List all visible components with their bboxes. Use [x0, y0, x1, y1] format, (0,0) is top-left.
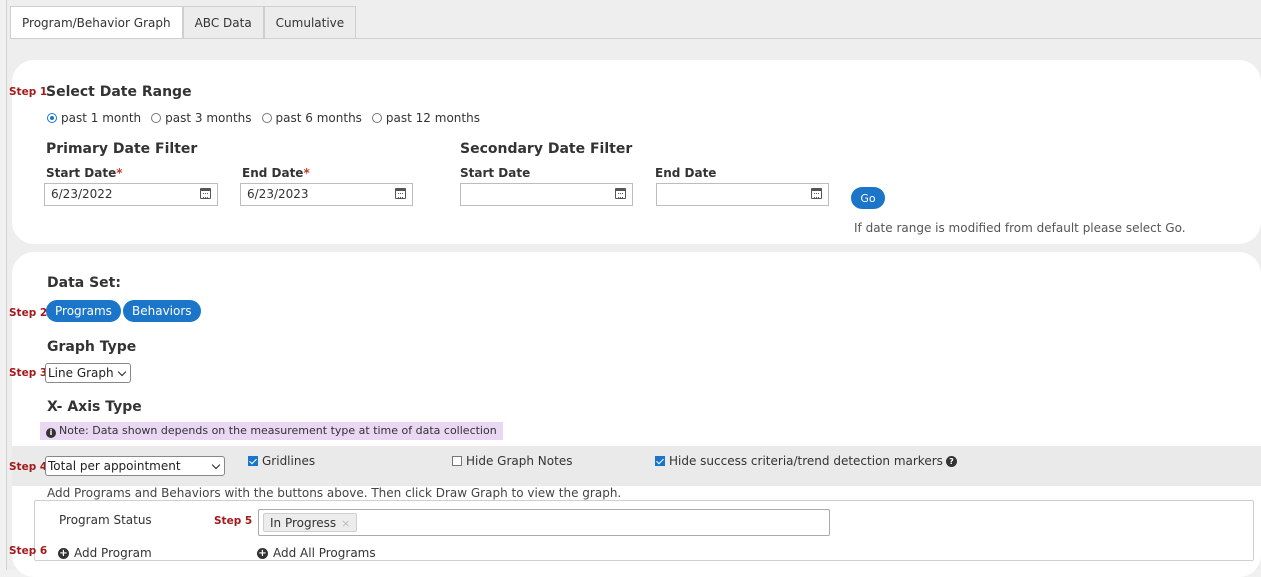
checkbox-label: Gridlines [262, 454, 316, 468]
date-value: 6/23/2023 [247, 187, 309, 201]
radio-label: past 12 months [385, 111, 480, 125]
add-program-label: Add Program [74, 546, 152, 560]
radio-indicator [371, 113, 382, 123]
chevron-down-icon [211, 460, 221, 470]
instructions-text: Add Programs and Behaviors with the butt… [47, 486, 622, 500]
radio-past-3-months[interactable]: past 3 months [151, 111, 252, 125]
graph-type-title: Graph Type [47, 339, 137, 355]
data-set-title: Data Set: [47, 275, 121, 291]
secondary-end-date-label: End Date [655, 166, 717, 180]
date-range-options: past 1 month past 3 months past 6 months… [47, 111, 490, 125]
hide-markers-checkbox[interactable]: Hide success criteria/trend detection ma… [655, 454, 957, 468]
program-status-label: Program Status [59, 513, 152, 527]
calendar-icon[interactable] [615, 188, 626, 199]
date-range-title: Select Date Range [46, 84, 192, 100]
radio-indicator [151, 113, 162, 123]
radio-past-12-months[interactable]: past 12 months [371, 111, 480, 125]
radio-label: past 6 months [275, 111, 362, 125]
step-5-label: Step 5 [214, 515, 253, 527]
tag-label: In Progress [270, 516, 337, 530]
add-program-button[interactable]: + Add Program [58, 546, 152, 560]
radio-label: past 1 month [61, 111, 142, 125]
step-2-label: Step 2 [9, 307, 48, 319]
primary-date-filter-title: Primary Date Filter [46, 141, 198, 157]
behaviors-button[interactable]: Behaviors [123, 300, 201, 322]
graph-type-select[interactable]: Line Graph [45, 363, 131, 383]
tab-bar: Program/Behavior Graph ABC Data Cumulati… [10, 6, 357, 39]
note-text: Note: Data shown depends on the measurem… [59, 424, 497, 437]
label-text: End Date [242, 166, 304, 180]
step-6-label: Step 6 [9, 545, 48, 557]
gridlines-checkbox[interactable]: Gridlines [248, 454, 315, 468]
radio-past-1-month[interactable]: past 1 month [47, 111, 141, 125]
secondary-end-date-input[interactable] [656, 183, 829, 206]
chevron-down-icon [117, 367, 127, 377]
date-range-hint: If date range is modified from default p… [854, 221, 1186, 235]
step-4-label: Step 4 [9, 461, 48, 473]
date-value: 6/23/2022 [51, 187, 113, 201]
radio-label: past 3 months [165, 111, 252, 125]
radio-past-6-months[interactable]: past 6 months [261, 111, 362, 125]
checkbox-indicator [655, 456, 665, 466]
plus-circle-icon: + [257, 547, 268, 559]
secondary-date-filter-title: Secondary Date Filter [460, 141, 633, 157]
calendar-icon[interactable] [200, 188, 211, 199]
tab-program-behavior-graph[interactable]: Program/Behavior Graph [10, 6, 183, 39]
secondary-start-date-input[interactable] [460, 183, 633, 206]
radio-indicator [261, 113, 272, 123]
date-range-panel [12, 60, 1261, 244]
primary-end-date-label: End Date* [242, 166, 310, 180]
tab-abc-data[interactable]: ABC Data [182, 6, 264, 38]
info-icon: i [46, 428, 56, 438]
primary-start-date-label: Start Date* [46, 166, 123, 180]
add-all-programs-label: Add All Programs [273, 546, 376, 560]
x-axis-type-title: X- Axis Type [47, 399, 142, 415]
tab-cumulative[interactable]: Cumulative [263, 6, 357, 38]
tag-remove-icon[interactable]: × [341, 517, 350, 530]
help-icon[interactable]: ? [945, 455, 957, 467]
checkbox-indicator [248, 456, 258, 466]
go-button[interactable]: Go [851, 187, 885, 209]
step-3-label: Step 3 [9, 367, 48, 379]
x-axis-type-select[interactable]: Total per appointment [45, 456, 225, 476]
status-tag: In Progress × [263, 513, 358, 532]
checkbox-indicator [452, 456, 462, 466]
checkbox-label: Hide Graph Notes [466, 454, 573, 468]
select-value: Total per appointment [48, 459, 181, 473]
step-1-label: Step 1 [9, 86, 48, 98]
required-mark: * [116, 166, 123, 180]
select-value: Line Graph [48, 366, 114, 380]
program-status-input[interactable]: In Progress × [258, 509, 830, 536]
calendar-icon[interactable] [395, 188, 406, 199]
radio-indicator [47, 113, 57, 123]
calendar-icon[interactable] [811, 188, 822, 199]
checkbox-label: Hide success criteria/trend detection ma… [669, 454, 943, 468]
required-mark: * [303, 166, 310, 180]
add-all-programs-button[interactable]: + Add All Programs [257, 546, 376, 560]
programs-button[interactable]: Programs [46, 300, 121, 322]
hide-graph-notes-checkbox[interactable]: Hide Graph Notes [452, 454, 572, 468]
plus-circle-icon: + [58, 547, 69, 559]
label-text: Start Date [46, 166, 117, 180]
tab-divider [10, 38, 1261, 39]
measurement-note: i Note: Data shown depends on the measure… [40, 422, 503, 440]
primary-start-date-input[interactable]: 6/23/2022 [44, 183, 218, 206]
primary-end-date-input[interactable]: 6/23/2023 [240, 183, 413, 206]
secondary-start-date-label: Start Date [460, 166, 531, 180]
